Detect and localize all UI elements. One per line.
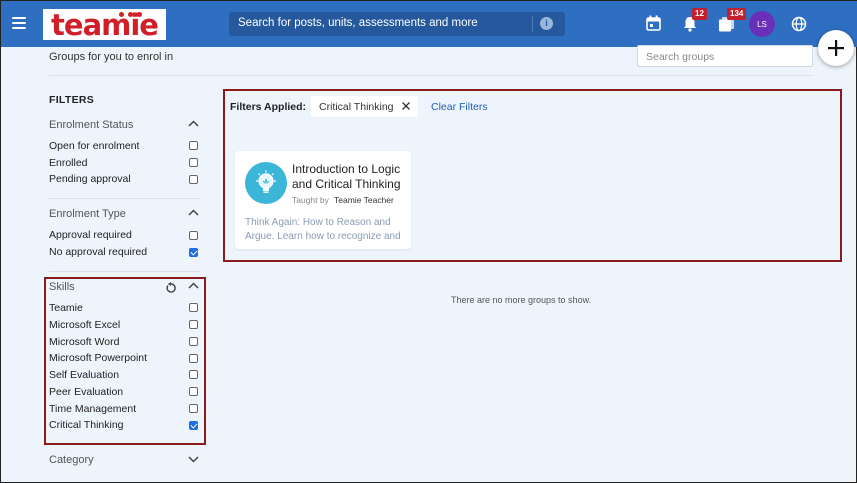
search-groups-placeholder: Search groups xyxy=(646,51,715,63)
filter-option-microsoft-excel: Microsoft Excel xyxy=(49,319,121,331)
chevron-up-icon[interactable] xyxy=(188,209,199,216)
checkbox-no-approval-required[interactable] xyxy=(189,248,198,257)
section-divider xyxy=(49,271,201,272)
checkbox-self-evaluation[interactable] xyxy=(189,370,198,379)
global-search-input[interactable]: Search for posts, units, assessments and… xyxy=(229,12,565,36)
avatar[interactable]: LS xyxy=(749,11,775,37)
group-card[interactable]: Introduction to Logic and Critical Think… xyxy=(235,151,411,249)
enrolment-status-header[interactable]: Enrolment Status xyxy=(49,119,133,131)
filters-title: FILTERS xyxy=(49,94,95,106)
page-title: Groups for you to enrol in xyxy=(49,51,174,63)
filter-option-microsoft-powerpoint: Microsoft Powerpoint xyxy=(49,352,148,364)
globe-icon[interactable] xyxy=(791,16,807,37)
close-icon[interactable] xyxy=(401,101,411,111)
chevron-up-icon[interactable] xyxy=(188,282,199,289)
checkbox-microsoft-excel[interactable] xyxy=(189,320,198,329)
filters-applied-label: Filters Applied: xyxy=(230,101,307,113)
checkbox-pending-approval[interactable] xyxy=(189,175,198,184)
plus-icon xyxy=(828,40,844,56)
checkbox-teamie[interactable] xyxy=(189,303,198,312)
top-bar: teamie Search for posts, units, assessme… xyxy=(1,1,857,47)
info-icon[interactable]: i xyxy=(540,17,553,30)
no-more-groups-text: There are no more groups to show. xyxy=(451,295,592,305)
checkbox-critical-thinking[interactable] xyxy=(189,421,198,430)
filter-chip-label: Critical Thinking xyxy=(319,101,394,113)
lightbulb-icon xyxy=(245,162,287,204)
skills-header[interactable]: Skills xyxy=(49,281,75,293)
chevron-up-icon[interactable] xyxy=(188,120,199,127)
filter-option-teamie: Teamie xyxy=(49,302,83,314)
checkbox-time-management[interactable] xyxy=(189,404,198,413)
logo-dots xyxy=(119,12,142,17)
taught-by-label: Taught by xyxy=(292,195,329,205)
header-divider xyxy=(49,75,813,76)
teacher-name: Teamie Teacher xyxy=(334,195,394,205)
checkbox-approval-required[interactable] xyxy=(189,231,198,240)
enrolment-type-header[interactable]: Enrolment Type xyxy=(49,208,126,220)
filter-option-microsoft-word: Microsoft Word xyxy=(49,336,120,348)
checkbox-enrolled[interactable] xyxy=(189,158,198,167)
clear-filters-link[interactable]: Clear Filters xyxy=(431,101,488,113)
checkbox-peer-evaluation[interactable] xyxy=(189,387,198,396)
filter-option-no-approval-required: No approval required xyxy=(49,246,148,258)
filter-option-pending-approval: Pending approval xyxy=(49,173,131,185)
category-header[interactable]: Category xyxy=(49,454,94,466)
filter-option-peer-evaluation: Peer Evaluation xyxy=(49,386,124,398)
filter-option-approval-required: Approval required xyxy=(49,229,132,241)
checkbox-microsoft-powerpoint[interactable] xyxy=(189,354,198,363)
filter-option-enrolled: Enrolled xyxy=(49,157,88,169)
teamie-logo[interactable]: teamie xyxy=(43,9,166,40)
group-card-description: Think Again: How to Reason and Argue. Le… xyxy=(245,217,401,242)
calendar-icon[interactable] xyxy=(646,15,661,36)
chevron-down-icon[interactable] xyxy=(188,456,199,463)
checkbox-open-for-enrolment[interactable] xyxy=(189,141,198,150)
filter-option-self-evaluation: Self Evaluation xyxy=(49,369,120,381)
group-card-title[interactable]: Introduction to Logic and Critical Think… xyxy=(292,162,404,192)
section-divider xyxy=(49,198,201,199)
hamburger-menu-icon[interactable] xyxy=(12,17,26,29)
posts-badge: 134 xyxy=(727,8,747,20)
checkbox-microsoft-word[interactable] xyxy=(189,337,198,346)
add-button[interactable] xyxy=(818,30,854,66)
reset-icon[interactable] xyxy=(165,282,177,294)
filter-option-time-management: Time Management xyxy=(49,403,137,415)
filter-option-open-for-enrolment: Open for enrolment xyxy=(49,140,140,152)
search-groups-input[interactable]: Search groups xyxy=(637,45,813,67)
filter-option-critical-thinking: Critical Thinking xyxy=(49,419,124,431)
notifications-badge: 12 xyxy=(692,8,707,20)
global-search-placeholder: Search for posts, units, assessments and… xyxy=(238,17,478,29)
filter-chip-critical-thinking[interactable]: Critical Thinking xyxy=(311,96,418,117)
search-divider xyxy=(532,16,533,32)
